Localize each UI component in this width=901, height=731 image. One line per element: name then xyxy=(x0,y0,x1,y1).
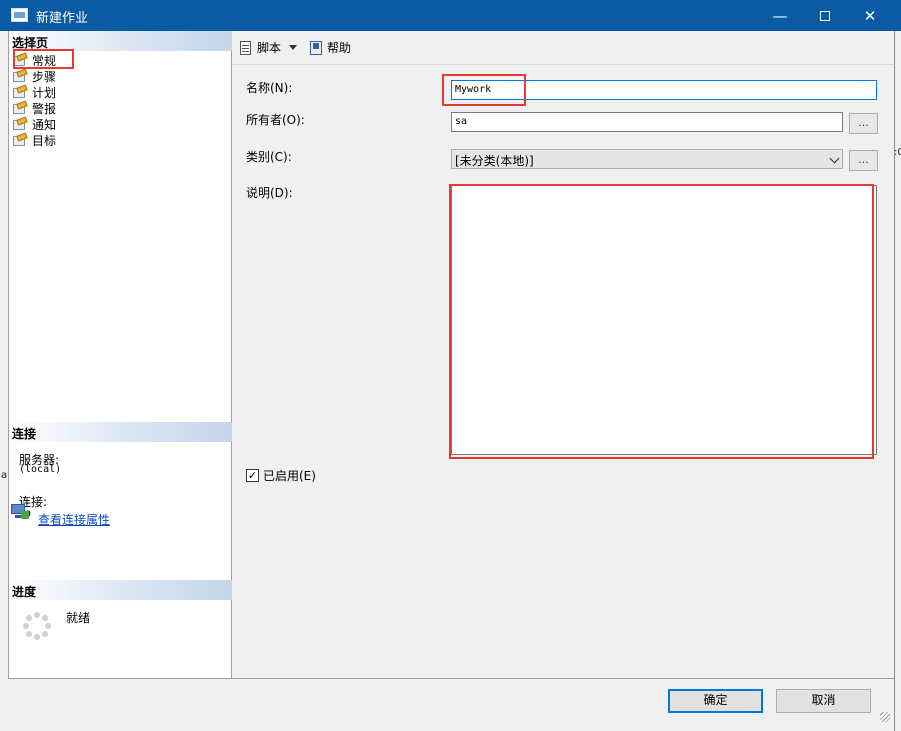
page-icon xyxy=(13,83,28,99)
description-label: 说明(D): xyxy=(246,186,293,200)
ok-button[interactable]: 确定 xyxy=(668,689,763,713)
server-value: (local) xyxy=(19,464,62,475)
page-item-alerts[interactable]: 警报 xyxy=(13,99,57,116)
page-item-notifications[interactable]: 通知 xyxy=(13,115,57,132)
page-item-label: 目标 xyxy=(32,133,57,148)
owner-label: 所有者(O): xyxy=(246,113,305,127)
page-icon xyxy=(13,115,28,131)
page-item-schedules[interactable]: 计划 xyxy=(13,83,57,100)
left-pane: 选择页 常规 步骤 计划 警报 通知 目标 连接 服务器: (local) 连接… xyxy=(8,31,232,678)
maximize-button[interactable] xyxy=(802,0,848,31)
enabled-checkbox[interactable]: ✓ xyxy=(246,469,259,482)
cancel-button[interactable]: 取消 xyxy=(776,689,871,713)
progress-spinner-icon xyxy=(23,612,51,640)
help-label: 帮助 xyxy=(327,41,352,55)
view-connection-properties-link[interactable]: 查看连接属性 xyxy=(38,511,110,528)
minimize-button[interactable]: — xyxy=(757,0,803,31)
connection-header: 连接 xyxy=(9,422,232,442)
page-item-label: 计划 xyxy=(32,85,57,100)
page-item-targets[interactable]: 目标 xyxy=(13,131,57,148)
enabled-label: 已启用(E) xyxy=(263,469,316,483)
maximize-icon xyxy=(820,10,830,21)
page-item-label: 警报 xyxy=(32,101,57,116)
script-label: 脚本 xyxy=(257,41,282,55)
script-icon xyxy=(238,40,254,56)
page-item-label: 步骤 xyxy=(32,69,57,84)
title-bar[interactable]: 新建作业 — ✕ xyxy=(0,0,901,31)
app-icon xyxy=(11,8,28,22)
category-browse-button[interactable]: ... xyxy=(849,150,878,171)
owner-browse-button[interactable]: ... xyxy=(849,113,878,134)
annotation-highlight xyxy=(442,74,526,106)
chevron-down-icon[interactable] xyxy=(289,45,298,50)
window-frame-right xyxy=(894,31,901,731)
window-title: 新建作业 xyxy=(36,11,89,26)
name-label: 名称(N): xyxy=(246,81,293,95)
category-label: 类别(C): xyxy=(246,150,292,164)
progress-status: 就绪 xyxy=(66,611,91,625)
connection-properties-icon[interactable] xyxy=(11,504,29,520)
progress-header: 进度 xyxy=(9,580,232,600)
page-icon xyxy=(13,131,28,147)
window-frame-left xyxy=(0,31,8,731)
page-item-label: 通知 xyxy=(32,117,57,132)
background-text: a xyxy=(1,470,8,481)
category-value: [未分类(本地)] xyxy=(455,154,534,168)
script-button[interactable]: 脚本 xyxy=(238,39,307,56)
page-icon xyxy=(13,99,28,115)
help-button[interactable]: 帮助 xyxy=(310,39,351,56)
owner-input[interactable]: sa xyxy=(451,112,843,132)
select-page-header: 选择页 xyxy=(9,31,232,51)
close-button[interactable]: ✕ xyxy=(847,0,893,31)
category-select[interactable]: [未分类(本地)] xyxy=(451,149,843,169)
page-item-steps[interactable]: 步骤 xyxy=(13,67,57,84)
toolbar: 脚本 帮助 xyxy=(232,31,894,65)
background-text: :0 xyxy=(894,147,901,158)
resize-grip-icon[interactable] xyxy=(880,712,890,722)
page-icon xyxy=(13,67,28,83)
annotation-highlight xyxy=(449,184,874,459)
annotation-highlight xyxy=(13,49,74,69)
help-icon xyxy=(310,40,324,56)
chevron-down-icon xyxy=(829,153,840,164)
